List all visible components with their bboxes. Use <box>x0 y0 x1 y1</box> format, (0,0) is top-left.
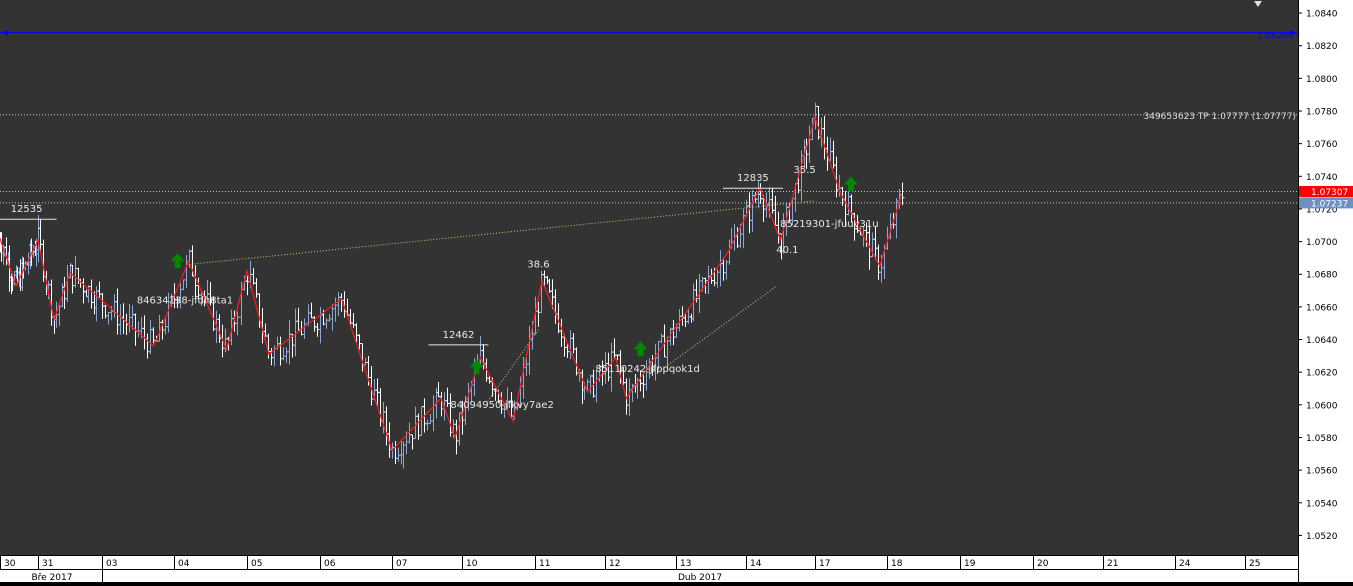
day-tick-label: 18 <box>891 559 903 569</box>
chart-annotation: 12535 <box>11 204 43 215</box>
day-tick-label: 30 <box>4 559 16 569</box>
chart-annotation: 85219301-jfuuv31u <box>780 219 878 230</box>
day-tick-label: 24 <box>1179 559 1191 569</box>
day-tick-label: 10 <box>466 559 478 569</box>
day-tick-label: 14 <box>750 559 762 569</box>
day-tick-label: 06 <box>324 559 336 569</box>
price-tick-label: 1.0580 <box>1306 434 1338 444</box>
chart-annotation: 35.5 <box>794 165 816 176</box>
price-tick-label: 1.0640 <box>1306 336 1338 346</box>
price-tick-label: 1.0760 <box>1306 140 1338 150</box>
chart-annotation: 84634138-jfdh8ta1 <box>137 296 233 307</box>
chart-annotation: 85110242-jfppqok1d <box>595 364 699 375</box>
day-tick-label: 31 <box>42 559 53 569</box>
price-tick-label: 1.0660 <box>1306 303 1338 313</box>
chart-annotation: 12835 <box>737 173 769 184</box>
price-tick-label: 1.0520 <box>1306 532 1338 542</box>
take-profit-label: 349653623 TP 1.07777 (1.07777) <box>1144 112 1297 122</box>
day-tick-label: 21 <box>1107 559 1118 569</box>
price-tick-label: 1.0560 <box>1306 467 1338 477</box>
day-tick-label: 03 <box>106 559 117 569</box>
price-chart[interactable]: 1.08280 349653623 TP 1.07777 (1.07777) 12… <box>0 0 1353 583</box>
month-label: Bře 2017 <box>32 573 73 582</box>
price-tick-label: 1.0540 <box>1306 499 1338 509</box>
day-tick-label: 17 <box>819 559 830 569</box>
chart-annotation: 84094950-jfkvy7ae2 <box>450 400 553 411</box>
price-tick-label: 1.0820 <box>1306 42 1338 52</box>
chart-annotation: 12462 <box>443 330 475 341</box>
day-tick-label: 07 <box>396 559 407 569</box>
price-tick-label: 1.0800 <box>1306 75 1338 85</box>
price-tick-label: 1.0680 <box>1306 271 1338 281</box>
price-tick-label: 1.0740 <box>1306 173 1338 183</box>
day-tick-label: 04 <box>178 559 190 569</box>
day-tick-label: 19 <box>964 559 976 569</box>
plot-background <box>0 0 1298 555</box>
price-tick-label: 1.0700 <box>1306 238 1338 248</box>
price-badge-label: 1.07307 <box>1311 188 1348 198</box>
day-tick-label: 11 <box>539 559 550 569</box>
blue-line-label: 1.08280 <box>1257 32 1294 42</box>
price-tick-label: 1.0600 <box>1306 401 1338 411</box>
day-tick-label: 20 <box>1037 559 1049 569</box>
price-tick-label: 1.0840 <box>1306 10 1338 20</box>
chart-annotation: 40.1 <box>776 245 798 256</box>
price-badge-label: 1.07237 <box>1311 199 1348 209</box>
day-tick-label: 25 <box>1249 559 1260 569</box>
month-label: Dub 2017 <box>678 573 722 582</box>
day-tick-label: 13 <box>680 559 691 569</box>
day-tick-label: 12 <box>609 559 620 569</box>
chart-annotation: 38.6 <box>527 260 549 271</box>
price-tick-label: 1.0620 <box>1306 369 1338 379</box>
price-axis-panel <box>1298 0 1353 582</box>
day-tick-label: 05 <box>251 559 262 569</box>
price-tick-label: 1.0780 <box>1306 108 1338 118</box>
chart-window: 1.08280 349653623 TP 1.07777 (1.07777) 12… <box>0 0 1353 583</box>
